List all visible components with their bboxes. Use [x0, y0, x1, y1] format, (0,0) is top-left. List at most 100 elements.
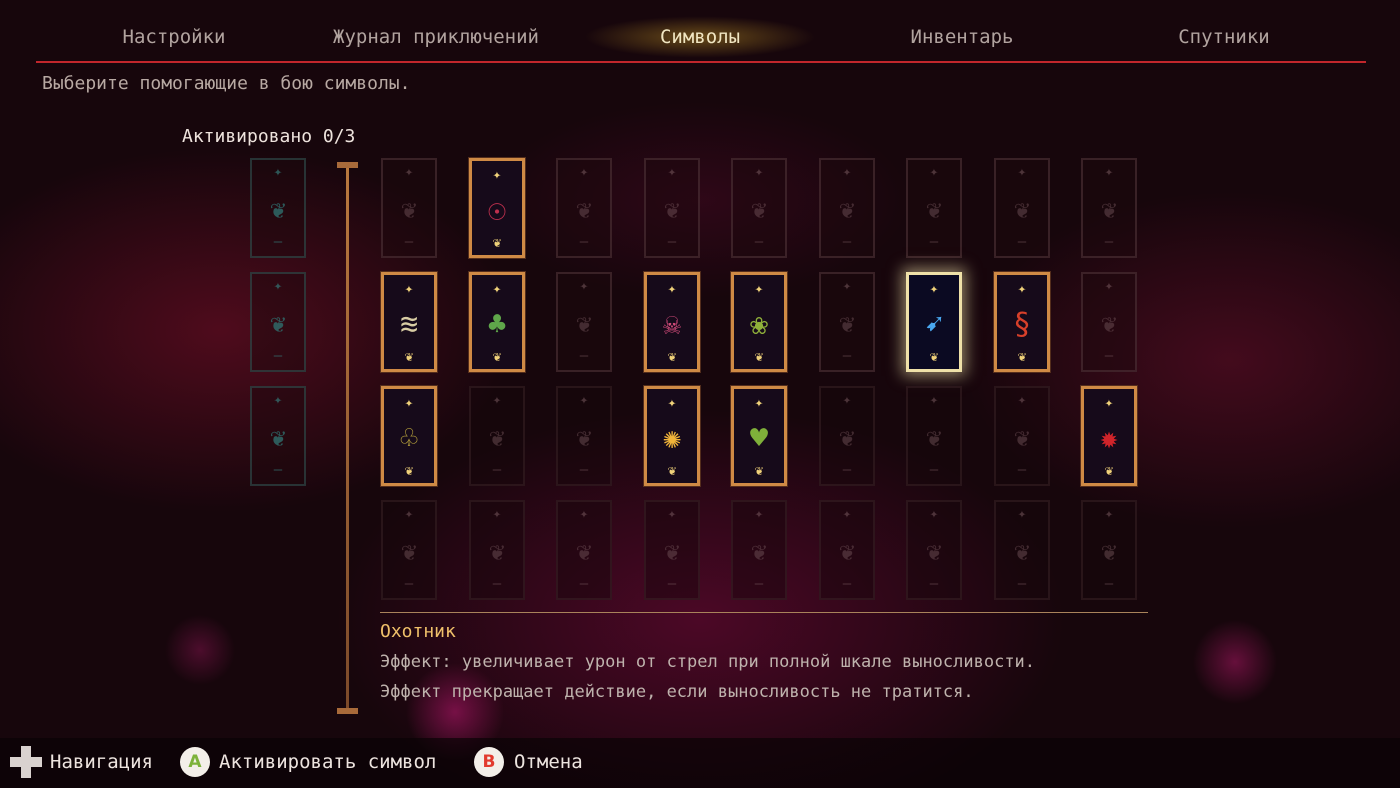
symbol-card[interactable]: ✦ – ❦: [1081, 500, 1137, 600]
card-star-icon: ✦: [579, 506, 589, 522]
empty-slot-icon: ❦: [664, 195, 680, 225]
empty-slot-icon: ❦: [839, 423, 855, 453]
symbol-card[interactable]: ✦ ❦ ♥: [730, 385, 788, 487]
symbol-card[interactable]: ✦ – ❦: [906, 158, 962, 258]
symbol-card[interactable]: ✦ ❦ ☉: [468, 157, 526, 259]
card-star-icon: ✦: [404, 506, 414, 522]
card-star-icon: ✦: [754, 506, 764, 522]
empty-slot-icon: ❦: [926, 195, 942, 225]
card-flourish-icon: –: [579, 234, 589, 250]
symbol-card[interactable]: ✦ – ❦: [906, 500, 962, 600]
symbol-card[interactable]: ✦ – ❦: [556, 500, 612, 600]
card-flourish-icon: –: [929, 234, 939, 250]
symbol-card[interactable]: ✦ – ❦: [819, 158, 875, 258]
golden-sparks-icon: ✺: [662, 421, 682, 456]
card-star-icon: ✦: [1104, 506, 1114, 522]
tab-companions[interactable]: Спутники: [1150, 24, 1298, 50]
card-star-icon: ✦: [579, 392, 589, 408]
card-flourish-icon: –: [273, 234, 283, 250]
card-flourish-icon: –: [492, 462, 502, 478]
gnome-adventurer-icon: ♣: [487, 307, 507, 342]
symbol-card[interactable]: ✦ – ❦: [556, 158, 612, 258]
symbol-card[interactable]: ✦ – ❦: [731, 158, 787, 258]
feather-wind-icon: ≋: [399, 307, 419, 342]
card-star-icon: ✦: [273, 278, 283, 294]
card-star-icon: ✦: [667, 506, 677, 522]
card-flourish-icon: –: [842, 462, 852, 478]
card-star-icon: ✦: [754, 281, 764, 297]
activated-counter: Активировано 0/3: [182, 126, 356, 147]
active-slot[interactable]: ✦ – ❦: [250, 158, 306, 258]
top-nav-bar: Настройки Журнал приключений Символы Инв…: [0, 0, 1400, 63]
card-flourish-icon: ❦: [929, 349, 939, 365]
empty-slot-icon: ❦: [664, 537, 680, 567]
activate-symbol-hint[interactable]: Активировать символ: [219, 751, 436, 773]
symbol-card[interactable]: ✦ ❦ ≋: [380, 271, 438, 373]
tab-inventory[interactable]: Инвентарь: [880, 24, 1044, 50]
symbol-card[interactable]: ✦ – ❦: [469, 386, 525, 486]
symbol-card[interactable]: ✦ – ❦: [556, 386, 612, 486]
card-flourish-icon: –: [1104, 234, 1114, 250]
empty-slot-icon: ❦: [576, 423, 592, 453]
card-flourish-icon: ❦: [404, 349, 414, 365]
card-star-icon: ✦: [1104, 164, 1114, 180]
card-flourish-icon: –: [579, 348, 589, 364]
symbol-card[interactable]: ✦ – ❦: [994, 386, 1050, 486]
symbol-card[interactable]: ✦ – ❦: [994, 158, 1050, 258]
empty-slot-icon: ❦: [1101, 537, 1117, 567]
symbol-card[interactable]: ✦ – ❦: [644, 158, 700, 258]
symbol-card[interactable]: ✦ – ❦: [819, 500, 875, 600]
symbol-card[interactable]: ✦ – ❦: [556, 272, 612, 372]
symbol-card[interactable]: ✦ ❦ ☠: [643, 271, 701, 373]
symbol-card[interactable]: ✦ ❦ ♧: [380, 385, 438, 487]
symbol-card-selected[interactable]: ✦ ❦ ➹: [906, 272, 962, 372]
symbol-card[interactable]: ✦ – ❦: [819, 272, 875, 372]
card-star-icon: ✦: [929, 164, 939, 180]
card-star-icon: ✦: [842, 164, 852, 180]
empty-slot-icon: ❦: [839, 537, 855, 567]
symbol-card[interactable]: ✦ ❦ ✹: [1080, 385, 1138, 487]
symbol-card[interactable]: ✦ – ❦: [731, 500, 787, 600]
active-slot[interactable]: ✦ – ❦: [250, 272, 306, 372]
symbol-card[interactable]: ✦ – ❦: [1081, 272, 1137, 372]
card-star-icon: ✦: [929, 392, 939, 408]
rod-bottom-cap: [337, 708, 358, 714]
card-star-icon: ✦: [667, 395, 677, 411]
symbol-card[interactable]: ✦ – ❦: [381, 158, 437, 258]
symbol-card[interactable]: ✦ ❦ §: [993, 271, 1051, 373]
tab-adventure-journal[interactable]: Журнал приключений: [306, 24, 566, 50]
card-star-icon: ✦: [492, 281, 502, 297]
symbol-card[interactable]: ✦ – ❦: [906, 386, 962, 486]
card-star-icon: ✦: [929, 281, 939, 297]
card-flourish-icon: ❦: [667, 463, 677, 479]
tab-symbols[interactable]: Символы: [620, 24, 780, 50]
empty-slot-icon: ❦: [401, 195, 417, 225]
symbol-card[interactable]: ✦ – ❦: [819, 386, 875, 486]
dpad-icon: [10, 746, 42, 778]
symbol-card[interactable]: ✦ ❦ ♣: [468, 271, 526, 373]
card-star-icon: ✦: [579, 278, 589, 294]
card-flourish-icon: ❦: [1104, 463, 1114, 479]
card-star-icon: ✦: [492, 167, 502, 183]
card-flourish-icon: –: [1017, 462, 1027, 478]
tab-settings[interactable]: Настройки: [96, 24, 252, 50]
symbol-card[interactable]: ✦ ❦ ❀: [730, 271, 788, 373]
empty-slot-icon: ❦: [401, 537, 417, 567]
symbol-card[interactable]: ✦ – ❦: [469, 500, 525, 600]
red-serpent-icon: §: [1012, 307, 1032, 342]
symbol-card[interactable]: ✦ ❦ ✺: [643, 385, 701, 487]
empty-slot-icon: ❦: [1014, 423, 1030, 453]
symbol-card[interactable]: ✦ – ❦: [381, 500, 437, 600]
symbol-card[interactable]: ✦ – ❦: [644, 500, 700, 600]
card-star-icon: ✦: [842, 392, 852, 408]
horned-skull-icon: ☠: [662, 307, 682, 342]
empty-slot-icon: ❦: [1014, 195, 1030, 225]
card-star-icon: ✦: [929, 506, 939, 522]
cancel-hint[interactable]: Отмена: [514, 751, 583, 773]
symbol-card[interactable]: ✦ – ❦: [1081, 158, 1137, 258]
symbol-card[interactable]: ✦ – ❦: [994, 500, 1050, 600]
empty-slot-icon: ❦: [926, 537, 942, 567]
b-button-icon[interactable]: B: [474, 747, 504, 777]
active-slot[interactable]: ✦ – ❦: [250, 386, 306, 486]
a-button-icon[interactable]: A: [180, 747, 210, 777]
